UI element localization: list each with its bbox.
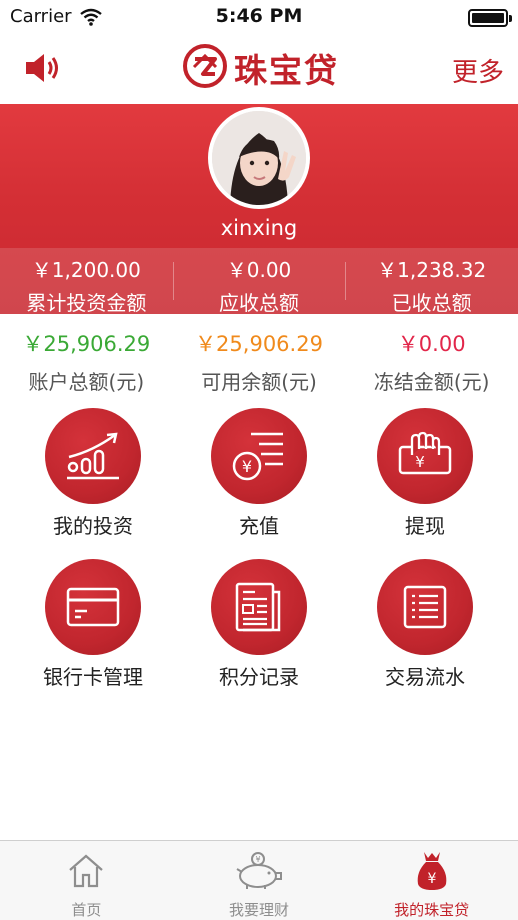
withdraw-button[interactable]: ¥ 提现 — [342, 404, 508, 539]
balance-frozen: ￥0.00 冻结金额(元) — [345, 322, 518, 402]
app-title: 珠宝贷 — [234, 51, 339, 90]
stat-label: 已收总额 — [391, 291, 472, 315]
balance-account-total: ￥25,906.29 账户总额(元) — [0, 322, 173, 402]
tab-label: 首页 — [71, 901, 102, 919]
balance-row: ￥25,906.29 账户总额(元) ￥25,906.29 可用余额(元) ￥0… — [0, 322, 518, 402]
my-investment-button[interactable]: 我的投资 — [10, 404, 176, 539]
feature-label: 充值 — [239, 514, 279, 538]
stat-label: 累计投资金额 — [26, 291, 147, 315]
withdraw-icon: ¥ — [377, 408, 473, 504]
piggy-bank-icon: ¥ — [233, 851, 285, 891]
stat-value: ￥0.00 — [226, 258, 292, 282]
stat-receivable: ￥0.00 应收总额 — [172, 248, 346, 315]
logo-icon — [182, 43, 228, 93]
feature-label: 积分记录 — [219, 665, 299, 689]
feature-label: 交易流水 — [385, 665, 465, 689]
status-bar: Carrier 5:46 PM — [0, 0, 518, 36]
stats-row: ￥1,200.00 累计投资金额 ￥0.00 应收总额 ￥1,238.32 已收… — [0, 248, 518, 315]
bank-card-management-button[interactable]: 银行卡管理 — [10, 555, 176, 690]
balance-value: ￥25,906.29 — [195, 332, 323, 356]
transaction-list-button[interactable]: 交易流水 — [342, 555, 508, 690]
tab-my-account[interactable]: ¥ 我的珠宝贷 — [345, 841, 518, 920]
balance-value: ￥25,906.29 — [22, 332, 151, 356]
transaction-list-icon — [377, 559, 473, 655]
more-button[interactable]: 更多 — [452, 52, 504, 89]
profile-header: xinxing ￥1,200.00 累计投资金额 ￥0.00 应收总额 ￥1,2… — [0, 104, 518, 315]
stat-total-invested: ￥1,200.00 累计投资金额 — [0, 248, 173, 315]
points-record-icon — [211, 559, 307, 655]
battery-icon — [468, 9, 512, 27]
feature-label: 我的投资 — [53, 514, 133, 538]
status-time: 5:46 PM — [215, 5, 303, 27]
stat-label: 应收总额 — [219, 291, 299, 315]
recharge-icon: ¥ — [211, 408, 307, 504]
tab-label: 我的珠宝贷 — [394, 901, 470, 919]
tab-bar: 首页 ¥ 我要理财 ¥ 我的珠宝贷 — [0, 840, 518, 920]
stat-value: ￥1,238.32 — [377, 258, 487, 282]
feature-label: 银行卡管理 — [43, 665, 143, 689]
balance-label: 账户总额(元) — [28, 370, 145, 394]
feature-grid: 我的投资 ¥ 充值 ¥ 提现 银行卡管理 积分记录 交易流水 — [0, 404, 518, 690]
svg-text:¥: ¥ — [242, 457, 252, 476]
nav-bar: 珠宝贷 更多 — [0, 36, 518, 104]
stat-value: ￥1,200.00 — [31, 258, 141, 282]
username: xinxing — [220, 216, 298, 240]
tab-home[interactable]: 首页 — [0, 841, 173, 920]
svg-text:¥: ¥ — [255, 855, 260, 864]
points-record-button[interactable]: 积分记录 — [176, 555, 342, 690]
balance-label: 冻结金额(元) — [373, 370, 490, 394]
balance-label: 可用余额(元) — [201, 370, 317, 394]
app-logo: 珠宝贷 — [182, 44, 339, 92]
balance-value: ￥0.00 — [397, 332, 466, 356]
bank-card-icon — [45, 559, 141, 655]
tab-label: 我要理财 — [229, 901, 290, 919]
avatar[interactable] — [208, 107, 310, 209]
money-bag-icon: ¥ — [414, 851, 450, 891]
svg-text:¥: ¥ — [415, 453, 425, 471]
chart-icon — [45, 408, 141, 504]
speaker-icon[interactable] — [24, 51, 64, 89]
tab-wealth-management[interactable]: ¥ 我要理财 — [173, 841, 346, 920]
home-icon — [67, 851, 105, 891]
feature-label: 提现 — [405, 514, 445, 538]
stat-received: ￥1,238.32 已收总额 — [345, 248, 518, 315]
balance-available: ￥25,906.29 可用余额(元) — [173, 322, 346, 402]
recharge-button[interactable]: ¥ 充值 — [176, 404, 342, 539]
svg-text:¥: ¥ — [427, 871, 436, 887]
